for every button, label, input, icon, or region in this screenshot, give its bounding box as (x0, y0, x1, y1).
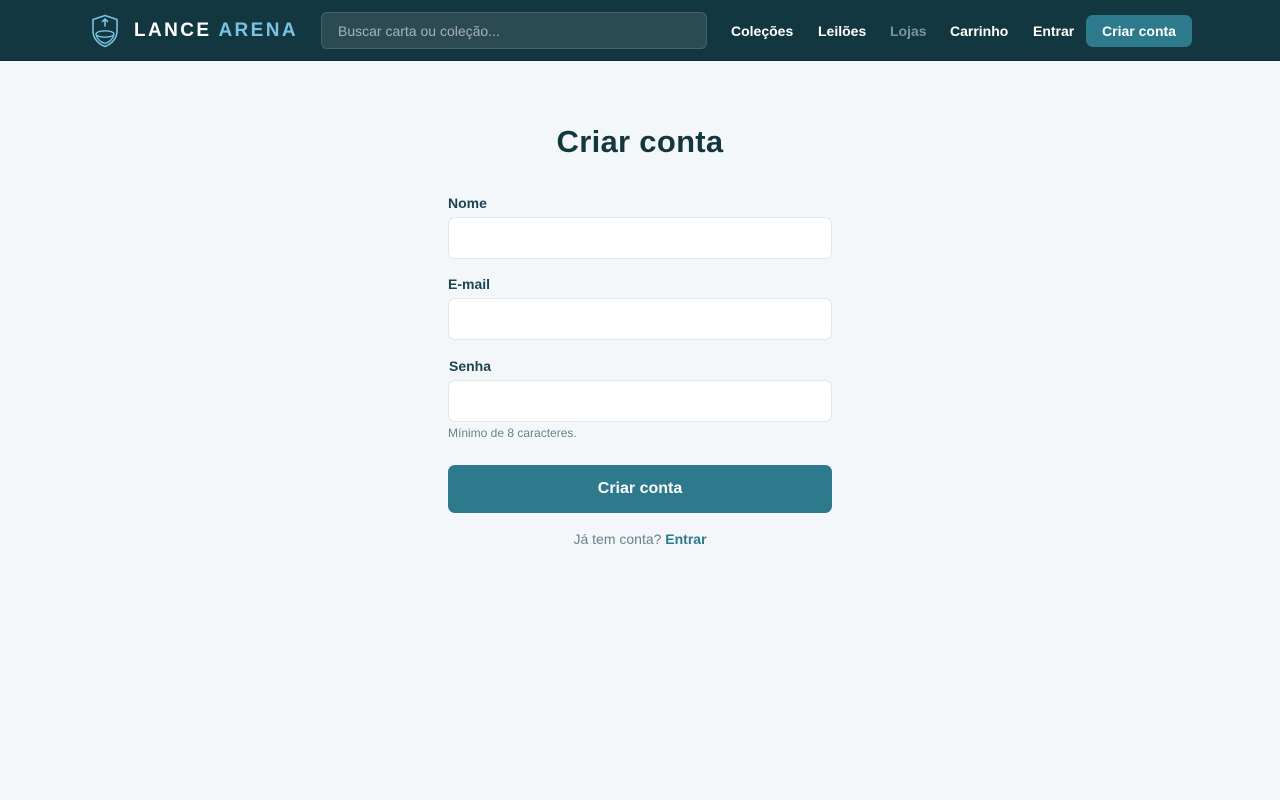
create-account-submit-button[interactable]: Criar conta (448, 465, 832, 513)
logo-word-arena: ARENA (218, 20, 298, 41)
logo-word-lance: LANCE (134, 20, 212, 41)
search-input[interactable] (321, 12, 707, 49)
nav-link-lojas[interactable]: Lojas (890, 0, 927, 61)
password-field[interactable] (448, 380, 832, 422)
page-title: Criar conta (556, 124, 724, 159)
nav-link-entrar[interactable]: Entrar (1033, 0, 1074, 61)
nav-link-leiloes[interactable]: Leilões (818, 0, 866, 61)
login-prompt-text: Já tem conta? (573, 531, 662, 547)
logo[interactable]: LANCE ARENA (91, 14, 298, 48)
email-label: E-mail (448, 276, 491, 292)
nav-link-colecoes[interactable]: Coleções (731, 0, 793, 61)
name-field[interactable] (448, 217, 832, 259)
shield-icon (92, 14, 118, 48)
email-field[interactable] (448, 298, 832, 340)
top-navigation-bar: LANCE ARENA Coleções Leilões Lojas Carri… (0, 0, 1280, 61)
logo-text: LANCE ARENA (134, 20, 298, 42)
password-label: Senha (449, 358, 492, 374)
login-link[interactable]: Entrar (665, 531, 706, 547)
name-label: Nome (448, 195, 487, 211)
password-hint: Mínimo de 8 caracteres. (448, 426, 577, 440)
create-account-nav-button[interactable]: Criar conta (1086, 15, 1192, 47)
nav-link-carrinho[interactable]: Carrinho (950, 0, 1008, 61)
login-prompt-line: Já tem conta? Entrar (0, 531, 1280, 547)
